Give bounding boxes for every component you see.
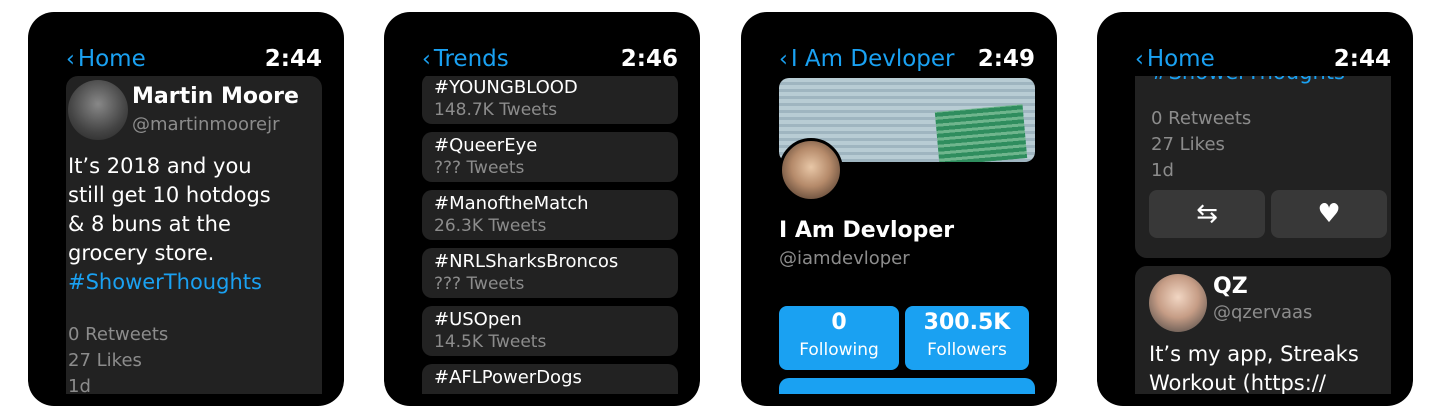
- followers-count: 300.5K: [923, 310, 1011, 335]
- trend-item[interactable]: #NRLSharksBroncos ??? Tweets: [422, 248, 678, 298]
- screen: ‹ Home 2:44 Martin Moore @martinmoorejr …: [66, 42, 322, 394]
- tweet-line: grocery store.: [68, 241, 215, 265]
- trend-count: ??? Tweets: [434, 158, 525, 178]
- chevron-left-icon: ‹: [779, 46, 788, 72]
- trend-tag: #AFLPowerDogs: [434, 367, 582, 388]
- retweets-count: 0 Retweets: [68, 324, 169, 345]
- screen: ‹ I Am Devloper 2:49 I Am Devloper @iamd…: [779, 42, 1035, 394]
- author-name: Martin Moore: [132, 84, 299, 109]
- tweet-line: It’s my app, Streaks: [1149, 342, 1359, 366]
- trend-count: 26.3K Tweets: [434, 216, 547, 236]
- followers-stat[interactable]: 300.5K Followers: [905, 306, 1029, 370]
- hashtag-link[interactable]: #ShowerThoughts: [68, 268, 271, 297]
- tweet-line: still get 10 hotdogs: [68, 183, 271, 207]
- chevron-left-icon: ‹: [66, 46, 75, 72]
- back-label: Home: [1146, 46, 1215, 72]
- tweet-age: 1d: [1151, 160, 1174, 181]
- clock: 2:44: [1333, 46, 1391, 72]
- status-bar: ‹ I Am Devloper 2:49: [779, 42, 1035, 76]
- trend-item[interactable]: #AFLPowerDogs: [422, 364, 678, 394]
- author-name: QZ: [1213, 274, 1248, 299]
- following-button[interactable]: Following: [779, 378, 1035, 394]
- clock: 2:44: [264, 46, 322, 72]
- tweet-card[interactable]: Martin Moore @martinmoorejr It’s 2018 an…: [66, 76, 322, 394]
- clock: 2:46: [620, 46, 678, 72]
- trend-tag: #ManoftheMatch: [434, 193, 589, 214]
- author-handle: @qzervaas: [1213, 302, 1313, 323]
- trend-item[interactable]: #USOpen 14.5K Tweets: [422, 306, 678, 356]
- watch-screen-profile: ‹ I Am Devloper 2:49 I Am Devloper @iamd…: [741, 12, 1057, 406]
- trend-count: 14.5K Tweets: [434, 332, 547, 352]
- trend-tag: #USOpen: [434, 309, 522, 330]
- back-button[interactable]: ‹ Home: [1135, 46, 1215, 72]
- tweet-card[interactable]: QZ @qzervaas It’s my app, Streaks Workou…: [1135, 266, 1391, 394]
- retweet-icon: ⇆: [1196, 199, 1218, 229]
- tweet-stats: 0 Retweets 27 Likes 1d: [68, 322, 168, 394]
- retweets-count: 0 Retweets: [1151, 108, 1252, 129]
- avatar[interactable]: [1149, 274, 1207, 332]
- watch-screen-home-tweet: ‹ Home 2:44 Martin Moore @martinmoorejr …: [28, 12, 344, 406]
- following-label: Following: [799, 340, 879, 360]
- back-button[interactable]: ‹ Home: [66, 46, 146, 72]
- trend-item[interactable]: #ManoftheMatch 26.3K Tweets: [422, 190, 678, 240]
- heart-icon: ♥: [1317, 199, 1341, 229]
- chevron-left-icon: ‹: [422, 46, 431, 72]
- tweet-text: It’s my app, Streaks Workout (https://: [1149, 340, 1359, 394]
- author-handle: @martinmoorejr: [132, 114, 280, 135]
- chevron-left-icon: ‹: [1135, 46, 1144, 72]
- following-stat[interactable]: 0 Following: [779, 306, 899, 370]
- clock: 2:49: [977, 46, 1035, 72]
- following-count: 0: [831, 310, 847, 335]
- tweet-line: & 8 buns at the: [68, 212, 231, 236]
- trend-tag: #YOUNGBLOOD: [434, 77, 578, 98]
- tweet-line: It’s 2018 and you: [68, 154, 252, 178]
- screen: ‹ Trends 2:46 #YOUNGBLOOD 148.7K Tweets …: [422, 42, 678, 394]
- likes-count: 27 Likes: [68, 350, 142, 371]
- trend-count: 148.7K Tweets: [434, 100, 558, 120]
- banner-graphic: [934, 104, 1028, 162]
- screen: ‹ Home 2:44 #ShowerThoughts 0 Retweets 2…: [1135, 42, 1391, 394]
- watch-screen-trends: ‹ Trends 2:46 #YOUNGBLOOD 148.7K Tweets …: [384, 12, 700, 406]
- back-button[interactable]: ‹ I Am Devloper: [779, 46, 955, 72]
- tweet-line: Workout (https://: [1149, 371, 1326, 394]
- tweet-text: It’s 2018 and you still get 10 hotdogs &…: [68, 152, 271, 297]
- status-bar: ‹ Trends 2:46: [422, 42, 678, 76]
- status-bar: ‹ Home 2:44: [66, 42, 322, 76]
- trend-tag: #QueerEye: [434, 135, 538, 156]
- back-label: I Am Devloper: [790, 46, 955, 72]
- retweet-button[interactable]: ⇆: [1149, 190, 1265, 238]
- trend-item[interactable]: #QueerEye ??? Tweets: [422, 132, 678, 182]
- likes-count: 27 Likes: [1151, 134, 1225, 155]
- avatar[interactable]: [68, 80, 128, 140]
- watch-screen-home-tweet-actions: ‹ Home 2:44 #ShowerThoughts 0 Retweets 2…: [1097, 12, 1413, 406]
- tweet-age: 1d: [68, 376, 91, 394]
- trend-item[interactable]: #YOUNGBLOOD 148.7K Tweets: [422, 74, 678, 124]
- trend-count: ??? Tweets: [434, 274, 525, 294]
- followers-label: Followers: [927, 340, 1007, 360]
- back-button[interactable]: ‹ Trends: [422, 46, 509, 72]
- profile-name: I Am Devloper: [779, 218, 955, 243]
- status-bar: ‹ Home 2:44: [1135, 42, 1391, 76]
- profile-handle: @iamdevloper: [779, 248, 910, 269]
- back-label: Trends: [433, 46, 509, 72]
- profile-avatar[interactable]: [779, 138, 843, 202]
- tweet-stats: 0 Retweets 27 Likes 1d: [1151, 106, 1251, 184]
- back-label: Home: [77, 46, 146, 72]
- like-button[interactable]: ♥: [1271, 190, 1387, 238]
- trend-tag: #NRLSharksBroncos: [434, 251, 619, 272]
